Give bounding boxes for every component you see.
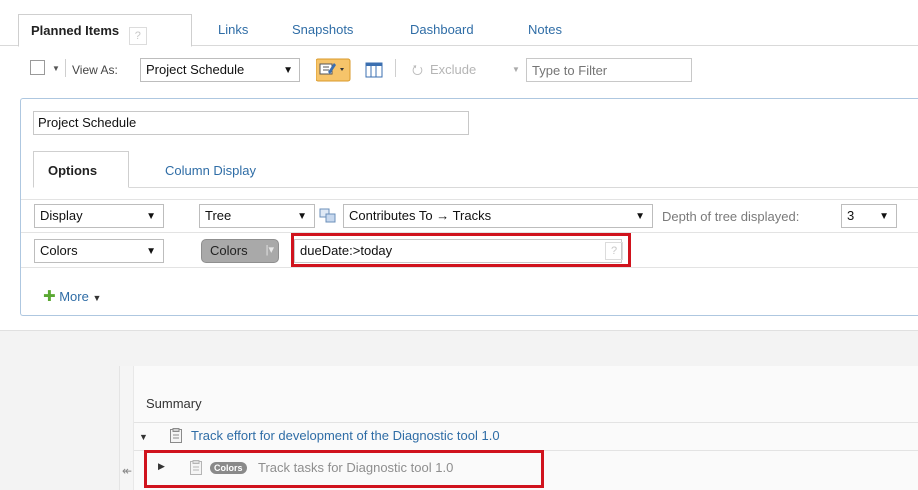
colors-button-label: Colors [210,243,248,258]
row-title-link[interactable]: Track effort for development of the Diag… [191,428,500,443]
edit-view-icon [315,58,351,82]
exclude-icon: ⭮ [412,62,423,77]
row-divider [134,422,918,423]
display-select[interactable]: Display ▼ [34,204,164,228]
tab-notes[interactable]: Notes [528,22,562,37]
chevron-down-icon: ▼ [146,246,156,257]
tab-snapshots[interactable]: Snapshots [292,22,353,37]
tab-planned-items[interactable]: Planned Items ? [18,14,192,47]
task-icon [170,428,182,443]
grid-left-column [0,366,120,490]
tree-select[interactable]: Tree ▼ [199,204,315,228]
more-options-link[interactable]: ✚ More ▼ [43,287,101,305]
chevron-down-icon: ▼ [146,211,156,222]
toolbar-separator [395,59,396,77]
relationship-select-value: Contributes To → Tracks [349,208,492,223]
exclude-button[interactable]: Exclude [430,62,476,77]
subtab-column-display[interactable]: Column Display [165,163,256,178]
highlight-query-box [291,233,631,267]
columns-icon [365,62,383,78]
display-select-value: Display [40,208,83,223]
select-all-checkbox[interactable] [30,60,45,75]
options-row-display: Display ▼ Tree ▼ Contributes To → Tracks… [21,199,918,233]
tab-links[interactable]: Links [218,22,248,37]
drag-handle-icon[interactable]: ↞ [122,464,132,478]
plan-grid: Summary ▼ Track effort for development o… [0,366,918,490]
chevron-down-icon: |▾ [265,244,274,256]
chevron-down-icon: ▼ [92,293,102,303]
plus-icon: ✚ [43,288,56,305]
depth-label: Depth of tree displayed: [662,209,800,224]
tab-planned-items-label: Planned Items [31,23,120,38]
chevron-down-icon: ▼ [283,65,293,76]
help-icon[interactable]: ? [128,27,147,45]
view-options-panel: Project Schedule Options Column Display … [20,98,918,316]
exclude-menu-arrow-icon[interactable]: ▼ [512,65,520,74]
expand-arrow-icon[interactable]: ▼ [139,432,148,442]
filter-input[interactable] [526,58,692,82]
chevron-down-icon: ▼ [635,211,645,222]
toolbar-separator [65,59,66,77]
view-as-select[interactable]: Project Schedule ▼ [140,58,300,82]
grid-header-band [0,330,918,366]
tab-bar: Planned Items ? Links Snapshots Dashboar… [0,0,918,47]
chevron-down-icon: ▼ [879,211,889,222]
view-as-label: View As: [72,63,118,77]
checkbox-menu-arrow-icon[interactable]: ▼ [52,64,60,73]
view-name-input[interactable]: Project Schedule [33,111,469,135]
colors-select[interactable]: Colors ▼ [34,239,164,263]
relationship-icon [319,208,336,223]
summary-column-header[interactable]: Summary [146,396,202,411]
chevron-down-icon: ▼ [297,211,307,222]
subtab-options[interactable]: Options [33,151,129,188]
tab-dashboard[interactable]: Dashboard [410,22,474,37]
tree-select-value: Tree [205,208,232,223]
subtab-divider [33,187,918,188]
edit-view-button[interactable] [315,58,351,82]
view-as-value: Project Schedule [146,62,245,77]
columns-button[interactable] [364,58,390,82]
depth-select[interactable]: 3 ▼ [841,204,897,228]
highlight-row-box [144,450,544,488]
colors-select-value: Colors [40,243,78,258]
more-label: More [59,289,89,304]
depth-select-value: 3 [847,208,855,223]
relationship-select[interactable]: Contributes To → Tracks ▼ [343,204,653,228]
toolbar: ▼ View As: Project Schedule ▼ ⭮ Exclude … [0,50,918,90]
colors-button[interactable]: Colors |▾ [201,239,279,263]
